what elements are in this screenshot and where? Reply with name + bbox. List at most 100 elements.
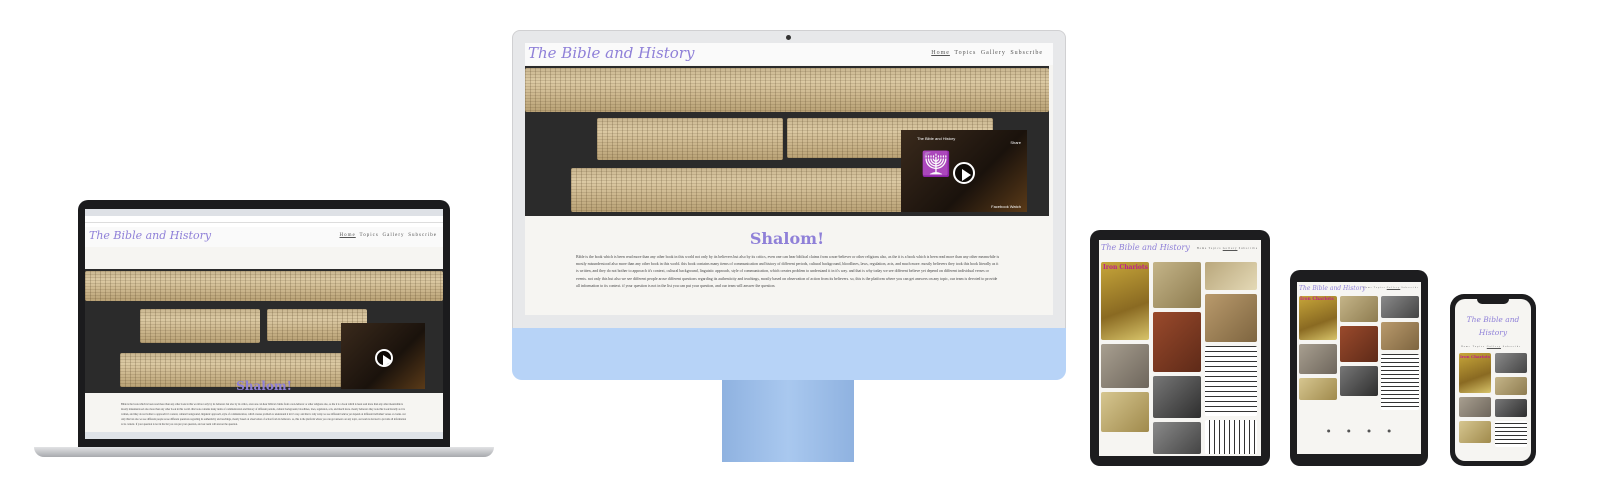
phone-nav: Home Topics Gallery Subscribe <box>1461 345 1531 348</box>
gallery-tile[interactable] <box>1381 296 1419 318</box>
gallery-tile[interactable] <box>1495 377 1527 395</box>
laptop-taskbar <box>85 432 443 439</box>
gallery-tile[interactable] <box>1495 399 1527 417</box>
tablet-large-nav-gallery[interactable]: Gallery <box>1223 247 1238 250</box>
gallery-tile-iron-chariots[interactable]: Iron Chariots <box>1101 262 1149 340</box>
gallery-tile-iron-chariots[interactable]: Iron Chariots <box>1459 353 1491 393</box>
tablet-large-nav-home[interactable]: Home <box>1197 247 1207 250</box>
imac-nav-subscribe[interactable]: Subscribe <box>1010 50 1043 56</box>
gallery-title: Iron Chariots <box>1460 354 1491 359</box>
youtube-icon[interactable]: ● <box>1387 428 1391 433</box>
phone-nav-home[interactable]: Home <box>1461 345 1471 348</box>
gallery-tile[interactable] <box>1153 376 1201 418</box>
gallery-tile[interactable] <box>1205 294 1257 342</box>
imac-paragraph: Bible is the book which is been read mor… <box>576 255 1000 288</box>
gallery-tile[interactable] <box>1153 422 1201 454</box>
imac-hero-image: The Bible and History Share 🕎 Facebook W… <box>525 66 1049 216</box>
gallery-tile[interactable] <box>1205 420 1257 454</box>
imac-video-embed[interactable]: The Bible and History Share 🕎 Facebook W… <box>901 130 1027 212</box>
tablet-small-nav-subscribe[interactable]: Subscribe <box>1401 287 1419 289</box>
browser-address-bar[interactable] <box>85 216 443 223</box>
laptop-nav: Home Topics Gallery Subscribe <box>340 233 437 238</box>
gallery-tile[interactable] <box>1340 366 1378 396</box>
facebook-icon[interactable]: ● <box>1327 428 1331 433</box>
gallery-tile[interactable] <box>1153 262 1201 308</box>
gallery-tile-iron-chariots[interactable]: Iron Chariots <box>1299 296 1337 340</box>
tablet-small-nav-gallery[interactable]: Gallery <box>1387 287 1401 289</box>
laptop-nav-topics[interactable]: Topics <box>360 233 379 238</box>
imac-device: The Bible and History Home Topics Galler… <box>512 30 1066 330</box>
imac-nav-topics[interactable]: Topics <box>954 50 976 56</box>
imac-nav: Home Topics Gallery Subscribe <box>931 50 1043 56</box>
gallery-tile[interactable] <box>1299 344 1337 374</box>
tablet-large-device: The Bible and History Home Topics Galler… <box>1090 230 1270 466</box>
imac-video-channel: The Bible and History <box>917 136 956 141</box>
phone-title-line-1: The Bible and <box>1466 315 1520 324</box>
gallery-title: Iron Chariots <box>1300 297 1334 302</box>
gallery-tile[interactable] <box>1205 346 1257 416</box>
gallery-tile[interactable] <box>1495 421 1527 447</box>
play-icon[interactable] <box>953 162 975 184</box>
gallery-tile[interactable] <box>1340 296 1378 322</box>
facebook-watch-label[interactable]: Facebook Watch <box>991 204 1021 209</box>
twitter-icon[interactable]: ● <box>1367 428 1371 433</box>
play-icon[interactable] <box>375 349 393 367</box>
laptop-nav-home[interactable]: Home <box>340 233 356 238</box>
gallery-tile[interactable] <box>1340 326 1378 362</box>
gallery-tile[interactable] <box>1495 353 1527 373</box>
laptop-paragraph: Bible is the book which is been read mor… <box>121 403 407 426</box>
imac-chin <box>512 328 1066 380</box>
phone-site-title[interactable]: The Bible and History <box>1455 313 1531 339</box>
gallery-tile[interactable] <box>1299 378 1337 400</box>
tablet-large-nav-subscribe[interactable]: Subscribe <box>1239 247 1258 250</box>
browser-tab-bar <box>85 209 443 216</box>
social-icons: ● ● ● ● <box>1327 428 1391 433</box>
phone-screen: The Bible and History Home Topics Galler… <box>1455 299 1531 461</box>
gallery-tile[interactable] <box>1381 322 1419 350</box>
gallery-tile[interactable] <box>1153 312 1201 372</box>
gallery-tile[interactable] <box>1459 397 1491 417</box>
instagram-icon[interactable]: ● <box>1347 428 1351 433</box>
tablet-small-site-title[interactable]: The Bible and History <box>1299 285 1366 292</box>
phone-nav-gallery[interactable]: Gallery <box>1487 345 1501 348</box>
tablet-large-nav-topics[interactable]: Topics <box>1209 247 1222 250</box>
phone-device: The Bible and History Home Topics Galler… <box>1450 294 1536 466</box>
tablet-small-nav-home[interactable]: Home <box>1363 287 1372 289</box>
imac-stand <box>722 380 854 462</box>
tablet-large-site-title[interactable]: The Bible and History <box>1101 243 1190 252</box>
menorah-icon: 🕎 <box>921 152 951 178</box>
phone-nav-topics[interactable]: Topics <box>1473 345 1485 348</box>
tablet-large-screen: The Bible and History Home Topics Galler… <box>1099 240 1261 456</box>
gallery-tile[interactable] <box>1205 262 1257 290</box>
gallery-tile[interactable] <box>1101 392 1149 432</box>
imac-heading: Shalom! <box>749 229 825 248</box>
laptop-hero-image <box>85 269 443 393</box>
laptop-site-title[interactable]: The Bible and History <box>89 229 211 242</box>
laptop-nav-gallery[interactable]: Gallery <box>383 233 405 238</box>
phone-title-line-2: History <box>1478 328 1508 337</box>
imac-header: The Bible and History Home Topics Galler… <box>525 43 1053 65</box>
gallery-tile[interactable] <box>1459 421 1491 443</box>
gallery-tile[interactable] <box>1381 354 1419 410</box>
laptop-base <box>34 447 494 457</box>
tablet-large-nav: Home Topics Gallery Subscribe <box>1197 247 1258 250</box>
tablet-small-nav-topics[interactable]: Topics <box>1374 287 1386 289</box>
tablet-small-screen: The Bible and History Home Topics Galler… <box>1297 282 1421 454</box>
camera-icon <box>786 35 791 40</box>
phone-nav-subscribe[interactable]: Subscribe <box>1503 345 1521 348</box>
tablet-small-device: The Bible and History Home Topics Galler… <box>1290 270 1428 466</box>
laptop-screen: The Bible and History Home Topics Galler… <box>85 209 443 439</box>
laptop-heading: Shalom! <box>236 379 292 393</box>
laptop-header: The Bible and History Home Topics Galler… <box>85 227 443 247</box>
laptop-device: The Bible and History Home Topics Galler… <box>78 200 450 448</box>
laptop-nav-subscribe[interactable]: Subscribe <box>408 233 437 238</box>
share-label[interactable]: Share <box>1010 140 1021 145</box>
imac-nav-gallery[interactable]: Gallery <box>981 50 1006 56</box>
phone-notch <box>1477 299 1509 304</box>
imac-nav-home[interactable]: Home <box>931 50 950 56</box>
imac-screen: The Bible and History Home Topics Galler… <box>525 43 1053 315</box>
tablet-small-nav: Home Topics Gallery Subscribe <box>1363 287 1419 289</box>
gallery-title: Iron Chariots <box>1103 264 1149 271</box>
gallery-tile[interactable] <box>1101 344 1149 388</box>
imac-site-title[interactable]: The Bible and History <box>528 44 694 62</box>
